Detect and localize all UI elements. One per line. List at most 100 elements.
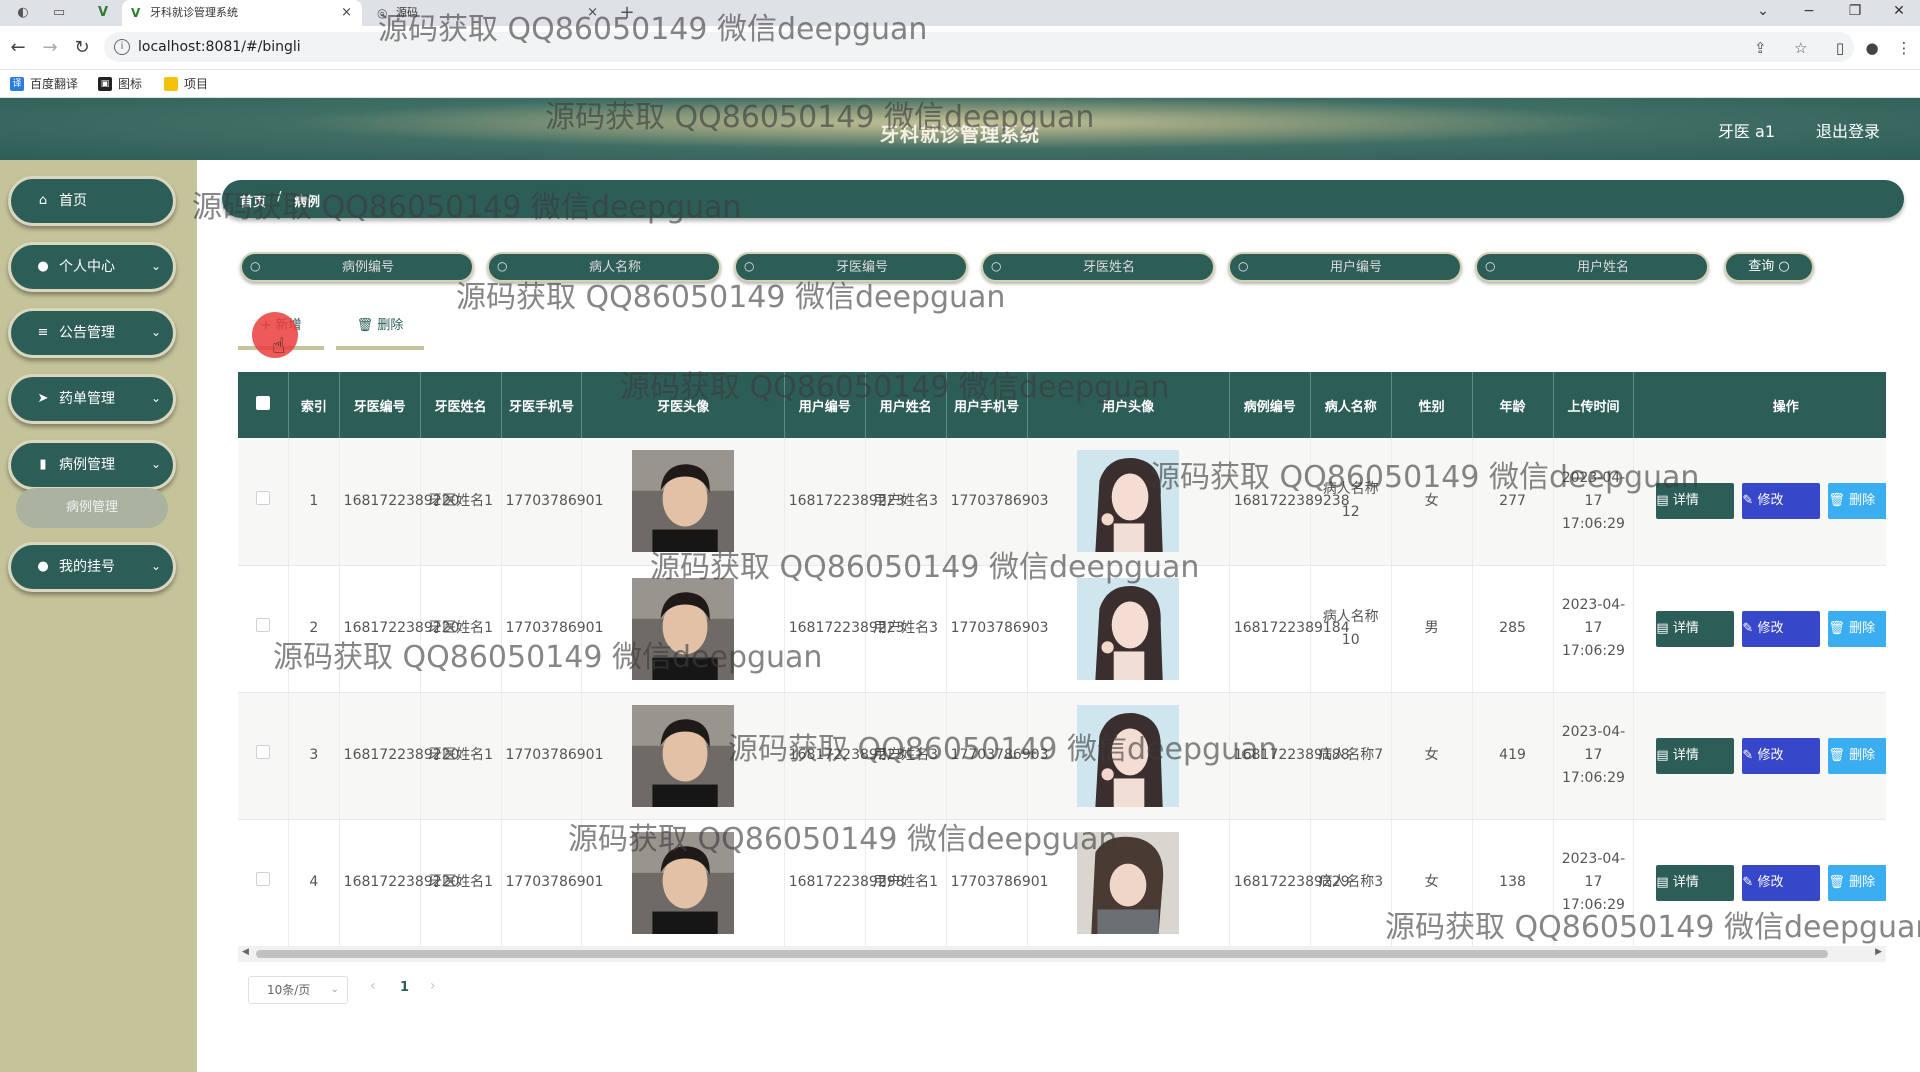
row-select-cell[interactable] bbox=[238, 438, 290, 566]
row-select-cell[interactable] bbox=[238, 692, 290, 820]
detail-button[interactable]: ▤ 详情 bbox=[1656, 610, 1735, 647]
detail-button[interactable]: ▤ 详情 bbox=[1656, 864, 1735, 901]
delete-row-button[interactable]: 🗑 删除 bbox=[1828, 610, 1886, 647]
search-user-id[interactable]: ○ bbox=[1228, 252, 1462, 282]
sidebar-item-prescription[interactable]: ➤ 药单管理 ⌄ bbox=[8, 374, 176, 424]
search-dentist-name[interactable]: ○ bbox=[981, 252, 1215, 282]
page-size-select[interactable]: 10条/页 ⌄ bbox=[248, 976, 348, 1004]
detail-button[interactable]: ▤ 详情 bbox=[1656, 483, 1735, 520]
delete-batch-button[interactable]: 🗑 删除 bbox=[336, 312, 424, 350]
site-info-icon[interactable]: i bbox=[114, 39, 130, 55]
search-patient-name[interactable]: ○ bbox=[487, 252, 721, 282]
side-panel-icon[interactable]: ▯ bbox=[1830, 38, 1850, 58]
dentist-id-input[interactable] bbox=[764, 257, 960, 277]
edit-button[interactable]: ✎ 修改 bbox=[1742, 483, 1821, 520]
tab-active[interactable]: V 牙科就诊管理系统 × bbox=[122, 0, 362, 26]
col-header: 操作 bbox=[1633, 372, 1886, 438]
user-id-input[interactable] bbox=[1258, 257, 1454, 277]
sidebar-item-notice[interactable]: ≡ 公告管理 ⌄ bbox=[8, 308, 176, 358]
cell-age: 277 bbox=[1472, 438, 1554, 566]
cell-index: 3 bbox=[288, 692, 340, 820]
user-avatar-cell bbox=[1027, 438, 1230, 566]
sidebar-item-cases[interactable]: ▮ 病例管理 ⌄ bbox=[8, 440, 176, 490]
next-page-icon[interactable]: › bbox=[430, 978, 436, 994]
scrollbar-thumb[interactable] bbox=[256, 950, 1828, 958]
reload-icon[interactable]: ↻ bbox=[72, 38, 92, 58]
sidebar-subitem-case-management[interactable]: 病例管理 bbox=[16, 488, 168, 528]
sidebar-item-home[interactable]: ⌂ 首页 bbox=[8, 176, 176, 226]
tab-close-icon[interactable]: × bbox=[341, 0, 352, 26]
query-button[interactable]: 查询 ○ bbox=[1724, 252, 1814, 282]
sidebar-item-registration[interactable]: ● 我的挂号 ⌄ bbox=[8, 542, 176, 592]
row-actions-cell: ▤ 详情 ✎ 修改 🗑 删除 bbox=[1633, 438, 1886, 566]
breadcrumb-home[interactable]: 首页 bbox=[240, 191, 266, 210]
search-dentist-id[interactable]: ○ bbox=[734, 252, 968, 282]
chevron-down-icon: ⌄ bbox=[150, 325, 161, 339]
cell-age: 138 bbox=[1472, 819, 1554, 946]
tab-search-icon[interactable]: ⌄ bbox=[1740, 0, 1786, 26]
delete-row-button[interactable]: 🗑 删除 bbox=[1828, 737, 1886, 774]
horizontal-scrollbar[interactable]: ◀ ▶ bbox=[238, 946, 1886, 962]
page-number-current[interactable]: 1 bbox=[400, 980, 409, 995]
select-all-cell[interactable] bbox=[238, 372, 290, 438]
url-field[interactable]: i localhost:8081/#/bingli ⇪ ☆ bbox=[104, 32, 1854, 62]
detail-button[interactable]: ▤ 详情 bbox=[1656, 737, 1735, 774]
restore-icon[interactable]: ❐ bbox=[1832, 0, 1878, 26]
forward-icon[interactable]: → bbox=[40, 38, 60, 58]
url-text[interactable]: localhost:8081/#/bingli bbox=[138, 39, 301, 55]
tab-close-icon[interactable]: × bbox=[587, 0, 598, 26]
more-menu-icon[interactable]: ⋮ bbox=[1894, 38, 1914, 58]
cell-user-id: 1681722389223 bbox=[784, 692, 905, 820]
row-checkbox[interactable] bbox=[256, 618, 271, 632]
patient-name-input[interactable] bbox=[517, 257, 713, 277]
search-user-name[interactable]: ○ bbox=[1475, 252, 1709, 282]
row-checkbox[interactable] bbox=[256, 745, 271, 759]
table-row: 3 1681722389220 牙医姓名1 17703786901 1681722389… bbox=[238, 692, 1886, 820]
hand-cursor-icon: ☝ bbox=[272, 334, 286, 359]
row-checkbox[interactable] bbox=[256, 872, 271, 886]
logout-link[interactable]: 退出登录 bbox=[1816, 118, 1880, 142]
profile-icon[interactable]: ● bbox=[1862, 38, 1882, 58]
delete-row-button[interactable]: 🗑 删除 bbox=[1828, 483, 1886, 520]
share-icon[interactable]: ⇪ bbox=[1754, 39, 1767, 57]
blank-tab-icon[interactable]: ▭ bbox=[50, 4, 68, 22]
tab-second[interactable]: ◎ 源码 × bbox=[368, 0, 608, 26]
bookmark-baidu-translate[interactable]: 译百度翻译 bbox=[10, 76, 78, 92]
bookmark-icons[interactable]: ▣ 图标 bbox=[98, 76, 142, 92]
cell-dentist-phone: 17703786901 bbox=[501, 565, 603, 693]
dentist-name-input[interactable] bbox=[1011, 257, 1207, 277]
col-header: 牙医姓名 bbox=[420, 372, 502, 438]
cell-age: 419 bbox=[1472, 692, 1554, 820]
new-tab-icon[interactable]: + bbox=[618, 4, 636, 22]
select-all-checkbox[interactable] bbox=[256, 396, 271, 410]
browser-menu-icon[interactable]: ◐ bbox=[14, 4, 32, 22]
close-window-icon[interactable]: ✕ bbox=[1876, 0, 1920, 26]
vue-favicon-icon[interactable]: V bbox=[94, 4, 112, 22]
row-checkbox[interactable] bbox=[256, 490, 271, 505]
minimize-icon[interactable]: − bbox=[1786, 0, 1832, 26]
row-select-cell[interactable] bbox=[238, 819, 290, 946]
row-select-cell[interactable] bbox=[238, 565, 290, 693]
user-icon: ● bbox=[37, 259, 49, 274]
bookmark-project[interactable]: 项目 bbox=[164, 76, 208, 92]
case-id-input[interactable] bbox=[270, 257, 466, 277]
prev-page-icon[interactable]: ‹ bbox=[370, 978, 376, 994]
edit-button[interactable]: ✎ 修改 bbox=[1742, 610, 1821, 647]
user-name-input[interactable] bbox=[1505, 257, 1701, 277]
col-header: 用户姓名 bbox=[865, 372, 947, 438]
edit-button[interactable]: ✎ 修改 bbox=[1742, 737, 1821, 774]
star-icon[interactable]: ☆ bbox=[1794, 39, 1807, 57]
sidebar-item-profile[interactable]: ● 个人中心 ⌄ bbox=[8, 242, 176, 292]
scroll-left-icon[interactable]: ◀ bbox=[242, 947, 249, 957]
cell-dentist-id: 1681722389220 bbox=[339, 565, 459, 693]
col-header: 年龄 bbox=[1472, 372, 1554, 438]
cell-user-name: 用户姓名3 bbox=[865, 692, 947, 820]
row-actions-cell: ▤ 详情 ✎ 修改 🗑 删除 bbox=[1633, 819, 1886, 946]
search-case-id[interactable]: ○ bbox=[240, 252, 474, 282]
scroll-right-icon[interactable]: ▶ bbox=[1875, 947, 1882, 957]
edit-button[interactable]: ✎ 修改 bbox=[1742, 864, 1821, 901]
cell-time: 2023-04-17 17:06:29 bbox=[1553, 565, 1635, 693]
delete-row-button[interactable]: 🗑 删除 bbox=[1828, 864, 1886, 901]
cell-user-phone: 17703786903 bbox=[946, 438, 1049, 566]
back-icon[interactable]: ← bbox=[8, 38, 28, 58]
